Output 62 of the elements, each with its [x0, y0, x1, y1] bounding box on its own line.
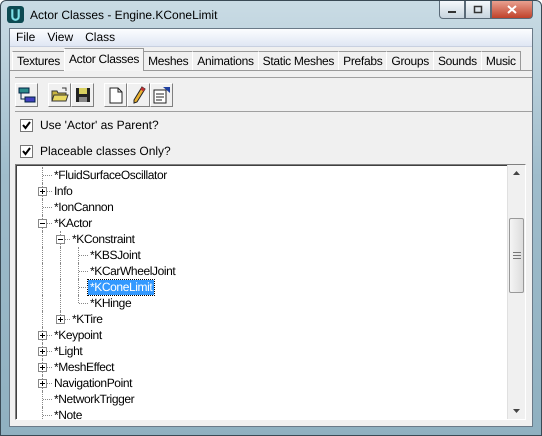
- tree-item[interactable]: *MeshEffect: [52, 360, 116, 374]
- checkbox[interactable]: [20, 118, 33, 132]
- checkbox-label: Placeable classes Only?: [40, 144, 171, 158]
- tab[interactable]: Prefabs: [338, 51, 388, 70]
- window-title: Actor Classes - Engine.KConeLimit: [30, 8, 218, 22]
- minimize-button[interactable]: [439, 1, 465, 19]
- checkbox[interactable]: [20, 144, 33, 158]
- tab[interactable]: Groups: [386, 51, 434, 70]
- open-button[interactable]: [48, 83, 71, 107]
- close-icon: [507, 5, 517, 14]
- tab[interactable]: Textures: [12, 51, 65, 70]
- tree-item[interactable]: Info: [52, 184, 74, 198]
- collapse-icon[interactable]: [38, 219, 47, 228]
- tab[interactable]: Static Meshes: [258, 51, 340, 70]
- tree-item[interactable]: *FluidSurfaceOscillator: [52, 168, 169, 182]
- tree-item[interactable]: *KHinge: [88, 296, 134, 310]
- tree-item[interactable]: *Light: [52, 344, 84, 358]
- expand-icon[interactable]: [38, 347, 47, 356]
- properties-icon: [152, 86, 170, 104]
- tree-item[interactable]: *Keypoint: [52, 328, 104, 342]
- menu-item[interactable]: View: [41, 29, 80, 46]
- menu-item[interactable]: Class: [79, 29, 122, 46]
- expand-icon[interactable]: [38, 331, 47, 340]
- check-icon: [22, 120, 31, 130]
- properties-button[interactable]: [150, 83, 173, 107]
- tree-item[interactable]: *KTire: [70, 312, 104, 326]
- tab[interactable]: Sounds: [432, 51, 482, 70]
- expand-icon[interactable]: [56, 315, 65, 324]
- tree-item[interactable]: *NetworkTrigger: [52, 392, 136, 406]
- tree-item[interactable]: *KBSJoint: [88, 248, 142, 262]
- save-button[interactable]: [71, 83, 94, 107]
- collapse-icon[interactable]: [56, 235, 65, 244]
- tree-item[interactable]: NavigationPoint: [52, 376, 134, 390]
- scroll-down-icon: [513, 409, 520, 413]
- app-icon: [7, 6, 24, 23]
- tab[interactable]: Actor Classes: [64, 48, 144, 71]
- expand-icon[interactable]: [38, 187, 47, 196]
- scrollbar-thumb[interactable]: [509, 218, 524, 293]
- tree-item[interactable]: *KActor: [52, 216, 94, 230]
- maximize-button[interactable]: [465, 1, 491, 19]
- hierarchy-icon: [18, 86, 36, 104]
- pencil-icon: [132, 86, 146, 104]
- document-icon: [108, 86, 122, 104]
- scroll-up-icon: [513, 171, 520, 175]
- folder-icon: [50, 87, 68, 103]
- expand-icon[interactable]: [38, 379, 47, 388]
- scrollbar[interactable]: [507, 165, 525, 419]
- tab[interactable]: Animations: [192, 51, 259, 70]
- class-tree-button[interactable]: [15, 83, 38, 107]
- tree-item[interactable]: *Note: [52, 408, 84, 419]
- close-button[interactable]: [491, 1, 533, 19]
- check-icon: [22, 146, 31, 156]
- checkbox-label: Use 'Actor' as Parent?: [40, 118, 159, 132]
- menu-item[interactable]: File: [10, 29, 42, 46]
- new-button[interactable]: [104, 83, 127, 107]
- tree-item[interactable]: *IonCannon: [52, 200, 116, 214]
- expand-icon[interactable]: [38, 363, 47, 372]
- maximize-icon: [473, 5, 483, 14]
- tree-item[interactable]: *KCarWheelJoint: [88, 264, 178, 278]
- tree-item[interactable]: *KConstraint: [70, 232, 137, 246]
- edit-button[interactable]: [127, 83, 150, 107]
- tab[interactable]: Music: [480, 51, 521, 70]
